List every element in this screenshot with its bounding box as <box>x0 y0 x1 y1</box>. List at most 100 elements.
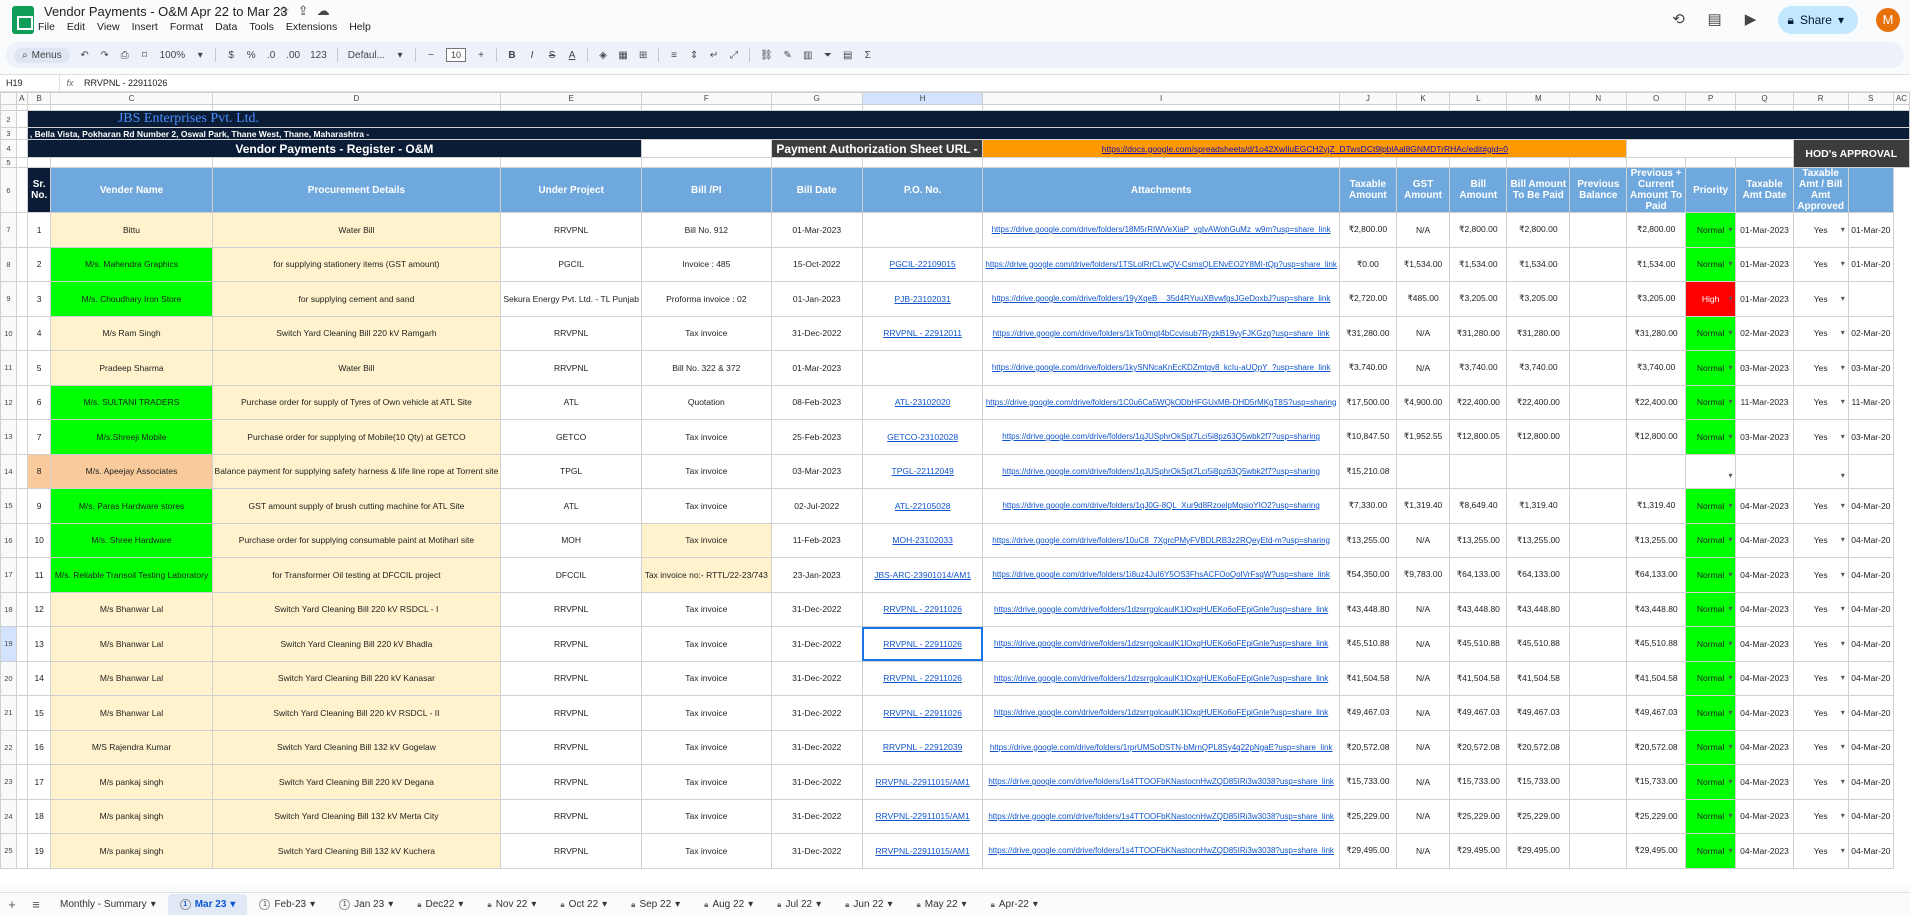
project-cell[interactable]: RRVPNL <box>500 833 642 869</box>
column-header[interactable]: AC <box>1892 92 1910 105</box>
attachment-link[interactable]: https://drive.google.com/drive/folders/1… <box>982 729 1340 765</box>
cell[interactable] <box>15 246 28 282</box>
taxable-amount-cell[interactable]: ₹41,504.58 <box>1338 660 1397 696</box>
cell[interactable] <box>1395 157 1451 168</box>
sr-no-cell[interactable]: 6 <box>26 384 52 420</box>
bill-date-cell[interactable]: 03-Mar-2023 <box>770 453 863 489</box>
approved-dropdown[interactable]: Yes <box>1792 729 1849 765</box>
chevron-down-icon[interactable]: ▾ <box>458 894 463 915</box>
cell[interactable] <box>15 315 28 351</box>
approved-dropdown[interactable]: Yes <box>1792 350 1849 386</box>
total-to-pay-cell[interactable]: ₹12,800.00 <box>1626 419 1686 455</box>
procurement-details-cell[interactable]: Switch Yard Cleaning Bill 220 kV Kanasar <box>211 660 502 696</box>
attachment-link[interactable]: https://drive.google.com/drive/folders/1… <box>982 384 1340 420</box>
bill-cell[interactable]: Tax invoice <box>640 419 772 455</box>
vendor-name-cell[interactable]: M/s. Apeejay Associates <box>50 453 213 489</box>
menu-data[interactable]: Data <box>215 21 237 33</box>
chevron-down-icon[interactable]: ▾ <box>1838 13 1844 27</box>
attachment-link[interactable]: https://drive.google.com/drive/folders/1… <box>982 660 1340 696</box>
previous-balance-cell[interactable] <box>1569 384 1628 420</box>
project-cell[interactable]: RRVPNL <box>500 764 642 800</box>
amount-to-pay-cell[interactable]: ₹1,534.00 <box>1506 246 1571 282</box>
cell[interactable]: 04-Mar-20 <box>1847 695 1894 731</box>
zoom-select[interactable]: 100% <box>160 50 186 61</box>
bill-date-cell[interactable]: 02-Jul-2022 <box>770 488 863 524</box>
row-number[interactable]: 24 <box>0 798 17 834</box>
bill-cell[interactable]: Quotation <box>640 384 772 420</box>
bill-cell[interactable]: Bill No. 912 <box>640 212 772 248</box>
fill-color-icon[interactable]: ◈ <box>598 50 608 61</box>
amount-to-pay-cell[interactable]: ₹1,319.40 <box>1506 488 1571 524</box>
total-to-pay-cell[interactable]: ₹15,733.00 <box>1626 764 1686 800</box>
priority-dropdown[interactable]: Normal <box>1684 729 1737 765</box>
sr-no-cell[interactable]: 18 <box>26 798 52 834</box>
attachment-link[interactable]: https://drive.google.com/drive/folders/1… <box>982 522 1340 558</box>
amount-to-pay-cell[interactable]: ₹45,510.88 <box>1506 626 1571 662</box>
column-header[interactable]: I <box>982 92 1340 105</box>
po-number-link[interactable]: RRVPNL - 22912011 <box>861 315 984 351</box>
row-number[interactable]: 10 <box>0 315 17 351</box>
vendor-name-cell[interactable]: Pradeep Sharma <box>50 350 213 386</box>
horizontal-align-icon[interactable]: ≡ <box>669 50 679 61</box>
amount-to-pay-cell[interactable]: ₹2,800.00 <box>1506 212 1571 248</box>
taxable-amt-date-cell[interactable]: 04-Mar-2023 <box>1735 591 1794 627</box>
authorization-url-link[interactable]: https://docs.google.com/spreadsheets/d/1… <box>982 139 1628 158</box>
cell[interactable] <box>15 419 28 455</box>
vendor-name-cell[interactable]: M/s. Shree Hardware <box>50 522 213 558</box>
row-number[interactable]: 11 <box>0 350 17 386</box>
total-to-pay-cell[interactable]: ₹22,400.00 <box>1626 384 1686 420</box>
bill-date-cell[interactable]: 01-Mar-2023 <box>770 350 863 386</box>
taxable-amt-date-cell[interactable]: 01-Mar-2023 <box>1735 212 1794 248</box>
row-number[interactable]: 21 <box>0 695 17 731</box>
priority-dropdown[interactable]: Normal <box>1684 315 1737 351</box>
bill-date-cell[interactable]: 15-Oct-2022 <box>770 246 863 282</box>
priority-dropdown[interactable]: Normal <box>1684 626 1737 662</box>
priority-dropdown[interactable]: Normal <box>1684 246 1737 282</box>
column-header[interactable]: C <box>50 92 213 105</box>
total-to-pay-cell[interactable]: ₹43,448.80 <box>1626 591 1686 627</box>
cell[interactable]: 04-Mar-20 <box>1847 522 1894 558</box>
cloud-status-icon[interactable]: ☁ <box>317 3 338 18</box>
search-menus[interactable]: ⌕ Menus <box>14 47 70 63</box>
cell[interactable]: 04-Mar-20 <box>1847 557 1894 593</box>
po-number-link[interactable]: RRVPNL - 22911026 <box>861 695 984 731</box>
taxable-amt-date-cell[interactable] <box>1735 453 1794 489</box>
bill-date-cell[interactable]: 31-Dec-2022 <box>770 660 863 696</box>
taxable-amt-date-cell[interactable]: 04-Mar-2023 <box>1735 695 1794 731</box>
chevron-down-icon[interactable]: ▾ <box>310 894 315 915</box>
row-number[interactable]: 15 <box>0 488 17 524</box>
sr-no-cell[interactable]: 10 <box>26 522 52 558</box>
column-header[interactable]: O <box>1626 92 1686 105</box>
approved-dropdown[interactable]: Yes <box>1792 833 1849 869</box>
cell[interactable] <box>15 384 28 420</box>
previous-balance-cell[interactable] <box>1569 522 1628 558</box>
po-number-link[interactable]: JBS-ARC-23901014/AM1 <box>861 557 984 593</box>
taxable-amount-cell[interactable]: ₹3,740.00 <box>1338 350 1397 386</box>
taxable-amt-date-cell[interactable]: 11-Mar-2023 <box>1735 384 1794 420</box>
vendor-name-cell[interactable]: M/s Bhanwar Lal <box>50 660 213 696</box>
amount-to-pay-cell[interactable] <box>1506 453 1571 489</box>
approved-dropdown[interactable]: Yes <box>1792 626 1849 662</box>
attachment-link[interactable]: https://drive.google.com/drive/folders/1… <box>982 350 1340 386</box>
row-number[interactable]: 5 <box>0 157 17 168</box>
history-icon[interactable]: ⟲ <box>1670 11 1688 29</box>
undo-icon[interactable]: ↶ <box>80 50 90 61</box>
priority-dropdown[interactable]: Normal <box>1684 350 1737 386</box>
previous-balance-cell[interactable] <box>1569 557 1628 593</box>
previous-balance-cell[interactable] <box>1569 281 1628 317</box>
amount-to-pay-cell[interactable]: ₹31,280.00 <box>1506 315 1571 351</box>
amount-to-pay-cell[interactable]: ₹3,205.00 <box>1506 281 1571 317</box>
bill-amount-cell[interactable]: ₹22,400.00 <box>1449 384 1508 420</box>
cell[interactable]: 03-Mar-20 <box>1847 350 1894 386</box>
amount-to-pay-cell[interactable]: ₹43,448.80 <box>1506 591 1571 627</box>
total-to-pay-cell[interactable]: ₹20,572.08 <box>1626 729 1686 765</box>
po-number-link[interactable]: GETCO-23102028 <box>861 419 984 455</box>
cell[interactable]: 04-Mar-20 <box>1847 729 1894 765</box>
bill-amount-cell[interactable]: ₹49,467.03 <box>1449 695 1508 731</box>
bill-cell[interactable]: Tax invoice no:- RTTL/22-23/743 <box>640 557 772 593</box>
approved-dropdown[interactable]: Yes <box>1792 281 1849 317</box>
approved-dropdown[interactable]: Yes <box>1792 660 1849 696</box>
project-cell[interactable]: RRVPNL <box>500 212 642 248</box>
bill-cell[interactable]: Tax invoice <box>640 522 772 558</box>
cell[interactable] <box>640 157 772 168</box>
